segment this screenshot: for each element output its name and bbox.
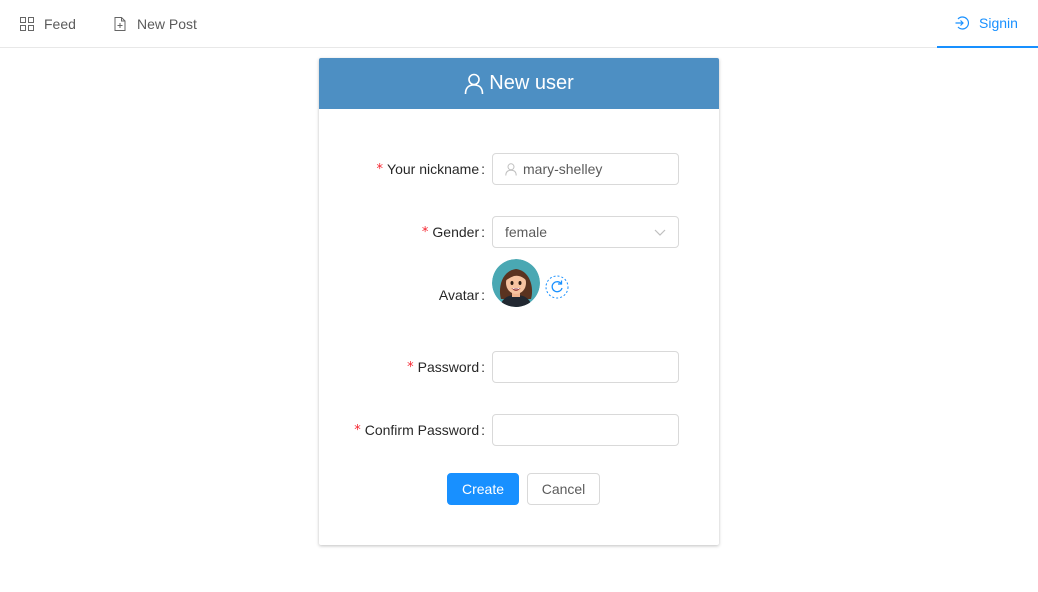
nav-feed[interactable]: Feed [20,0,76,47]
required-mark: * [421,224,429,240]
password-label-text: Password [417,359,480,375]
password-field[interactable] [511,353,692,381]
new-user-card: New user * Your nickname : mary-shelley … [319,58,719,545]
confirm-password-row: * Confirm Password : [319,414,719,446]
password-label: * Password : [407,351,485,383]
nav-signin-label: Signin [979,15,1018,31]
password-row: * Password : [319,351,719,383]
avatar-label-text: Avatar [438,287,480,303]
label-colon: : [481,287,485,303]
nav-new-post[interactable]: New Post [113,0,197,47]
avatar-label: Avatar : [439,279,485,311]
confirm-password-label-text: Confirm Password [364,422,480,438]
confirm-password-label: * Confirm Password : [354,414,485,446]
label-colon: : [481,359,485,375]
required-mark: * [354,422,361,438]
gender-select[interactable]: female [492,216,679,248]
reload-icon[interactable] [545,275,569,299]
create-button[interactable]: Create [447,473,519,505]
cancel-button[interactable]: Cancel [527,473,600,505]
label-colon: : [481,161,485,177]
nickname-input[interactable]: mary-shelley [492,153,679,185]
gender-label-text: Gender [432,224,480,240]
nickname-value: mary-shelley [523,161,603,177]
card-title: New user [489,72,574,94]
appstore-icon [20,16,34,31]
nickname-label-text: Your nickname [387,161,480,177]
user-icon [464,73,484,94]
avatar-row: Avatar : [319,259,719,311]
file-add-icon [114,16,126,31]
nav-signin[interactable]: Signin [937,0,1038,48]
card-header: New user [319,58,719,109]
required-mark: * [376,161,384,177]
gender-value: female [505,224,548,240]
label-colon: : [481,422,485,438]
nickname-label: * Your nickname : [377,153,485,185]
required-mark: * [407,359,414,375]
nickname-row: * Your nickname : mary-shelley [319,153,719,185]
gender-label: * Gender : [422,216,485,248]
password-input[interactable] [492,351,692,383]
login-icon [955,16,970,30]
chevron-down-icon [654,229,666,236]
gender-row: * Gender : female [319,216,719,248]
label-colon: : [481,224,485,240]
confirm-password-input[interactable] [492,414,692,446]
confirm-password-field[interactable] [511,416,692,444]
avatar-image[interactable] [492,259,540,307]
nav-feed-label: Feed [44,15,76,32]
user-icon [505,162,517,176]
nav-new-post-label: New Post [137,15,197,32]
top-navigation: Feed New Post Signin [0,0,1038,48]
